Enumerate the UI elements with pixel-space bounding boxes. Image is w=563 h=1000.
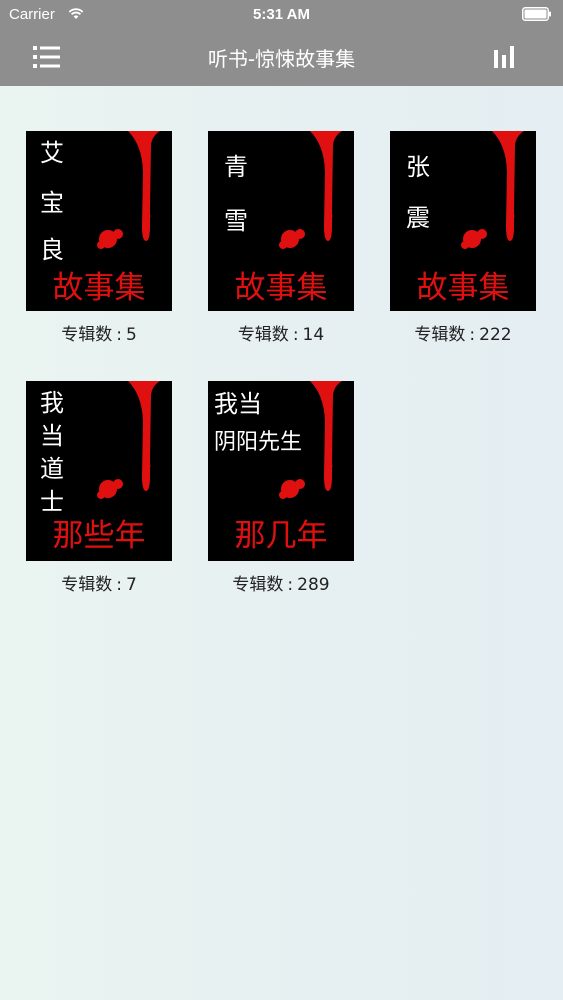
album-count-label: 专辑数 [414,325,466,345]
cover-subtitle: 那些年 [53,518,146,554]
album-count: 专辑数:222 [390,320,536,345]
separator: : [116,575,122,595]
navigation-bar: 听书-惊悚故事集 [0,30,563,86]
album-cover: 我当 阴阳先生 那几年 [208,381,354,561]
cover-subtitle: 故事集 [53,270,146,306]
album-count: 专辑数:7 [26,570,172,595]
album-cover: 张 震 故事集 [390,131,536,311]
cover-title: 震 [406,204,430,232]
album-count: 专辑数:5 [26,320,172,345]
album-count-label: 专辑数 [232,575,284,595]
separator: : [469,325,476,345]
separator: : [116,325,122,345]
cover-title: 我 [40,389,64,417]
album-count-value: 5 [125,325,137,345]
album-count-value: 7 [125,575,137,595]
album-card[interactable]: 我当 阴阳先生 那几年 专辑数:289 [208,381,354,595]
album-count: 专辑数:14 [208,320,354,345]
album-count-label: 专辑数 [61,575,113,595]
album-cover: 艾 宝 良 故事集 [26,131,172,311]
cover-title: 良 [40,236,64,264]
cover-subtitle: 故事集 [235,270,328,306]
page-title: 听书-惊悚故事集 [207,47,356,71]
cover-title: 我当 [214,390,262,418]
album-cover: 我 当 道 士 那些年 [26,381,172,561]
bar-chart-icon [494,46,514,68]
album-count-label: 专辑数 [237,325,289,345]
album-card[interactable]: 张 震 故事集 专辑数:222 [390,131,536,345]
stats-button[interactable] [490,42,520,72]
album-card[interactable]: 艾 宝 良 故事集 专辑数:5 [26,131,172,345]
cover-title: 阴阳先生 [214,430,302,455]
cover-title: 士 [40,488,64,516]
separator: : [287,575,294,595]
album-count-value: 222 [479,325,512,345]
cover-title: 宝 [40,189,64,217]
cover-subtitle: 故事集 [417,270,510,306]
album-count-value: 289 [297,575,330,595]
album-card[interactable]: 青 雪 故事集 专辑数:14 [208,131,354,345]
clock: 5:31 AM [253,6,310,23]
album-card[interactable]: 我 当 道 士 那些年 专辑数:7 [26,381,172,595]
album-grid: 艾 宝 良 故事集 专辑数:5 青 雪 故事集 专辑数:14 张 震 故事集 专… [0,86,563,1000]
cover-title: 道 [40,455,64,483]
album-count-value: 14 [302,325,325,345]
cover-title: 艾 [40,139,64,167]
cover-title: 雪 [224,207,248,235]
album-cover: 青 雪 故事集 [208,131,354,311]
battery-icon [522,7,551,21]
status-bar: Carrier 5:31 AM [0,0,563,30]
cover-title: 青 [224,153,248,181]
cover-title: 张 [406,153,430,181]
album-count-label: 专辑数 [61,325,113,345]
cover-title: 当 [40,422,64,450]
separator: : [292,325,299,345]
album-count: 专辑数:289 [208,570,354,595]
cover-subtitle: 那几年 [235,518,328,554]
